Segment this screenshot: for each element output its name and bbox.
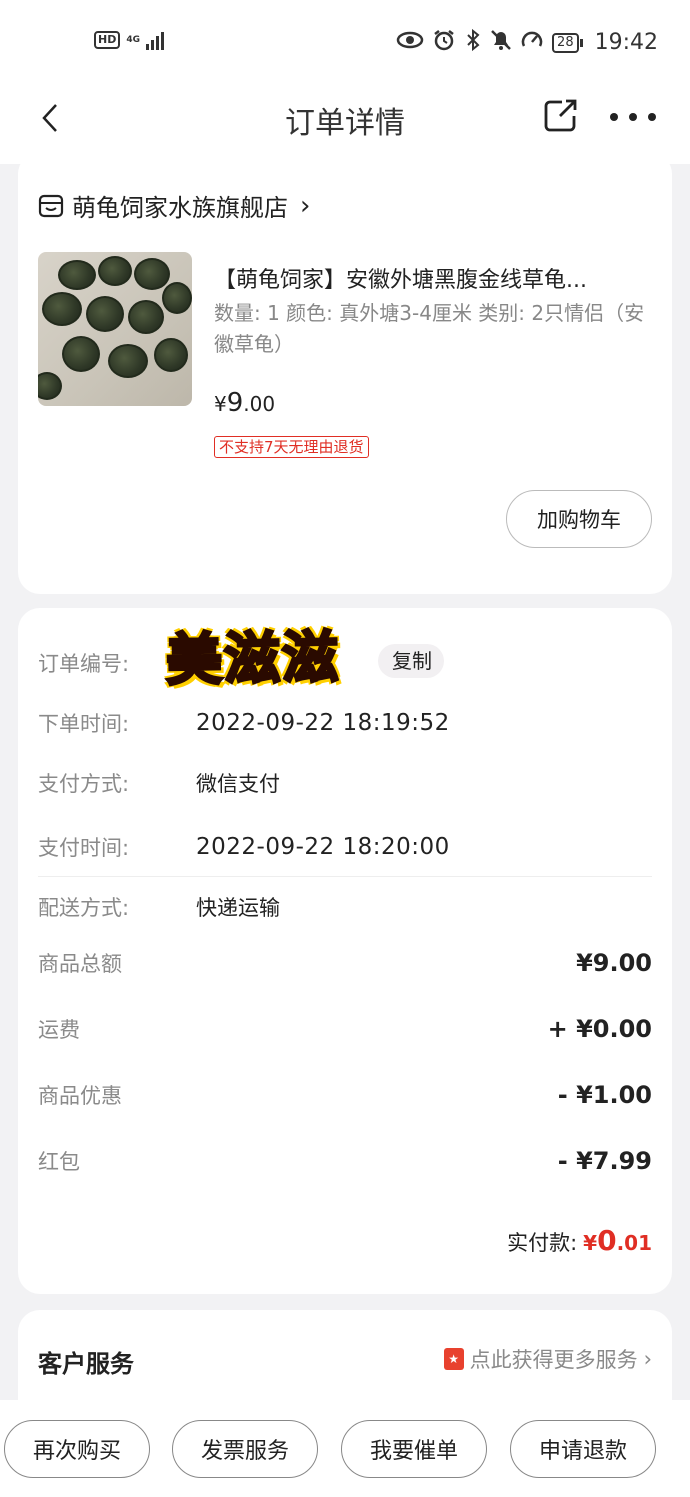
- discount-label: 商品优惠: [38, 1084, 122, 1108]
- battery-icon: 28: [552, 32, 583, 53]
- shipping-value: + ¥0.00: [547, 1015, 652, 1043]
- bluetooth-icon: [464, 28, 482, 57]
- order-time-label: 下单时间:: [38, 712, 130, 736]
- goods-total-label: 商品总额: [38, 952, 122, 976]
- price-int: 9: [226, 388, 244, 418]
- paid-dec: .01: [616, 1231, 652, 1255]
- hd-icon: HD: [94, 31, 121, 49]
- status-right: 28 19:42: [396, 28, 658, 57]
- order-time-row: 下单时间: 2022-09-22 18:19:52: [38, 708, 450, 738]
- pay-time-label: 支付时间:: [38, 836, 130, 860]
- refund-button[interactable]: 申请退款: [510, 1420, 656, 1478]
- product-card: 萌龟饲家水族旗舰店 › 【萌龟饲家】安徽外塘黑腹金线草龟... 数量: 1 颜色…: [18, 152, 672, 594]
- status-left: HD 4G: [94, 30, 164, 50]
- price-symbol: ¥: [214, 392, 227, 416]
- delivery-value: 快递运输: [196, 896, 280, 920]
- product-image[interactable]: [38, 252, 192, 406]
- delivery-row: 配送方式: 快递运输: [38, 892, 280, 922]
- signal-icon: [146, 30, 164, 50]
- service-title: 客户服务: [38, 1350, 134, 1378]
- more-service-text: 点此获得更多服务: [469, 1348, 638, 1372]
- speed-icon: [520, 28, 544, 57]
- mute-icon: [490, 28, 512, 57]
- chevron-right-icon: ›: [300, 190, 311, 221]
- paid-symbol: ¥: [583, 1231, 598, 1255]
- dot-icon: [629, 113, 637, 121]
- dot-icon: [610, 113, 618, 121]
- goods-total-value: ¥9.00: [576, 949, 652, 977]
- paid-label: 实付款:: [507, 1231, 578, 1255]
- share-button[interactable]: [540, 96, 580, 136]
- battery-level: 28: [552, 32, 579, 53]
- discount-value: - ¥1.00: [557, 1081, 652, 1109]
- copy-button[interactable]: 复制: [378, 644, 444, 678]
- urge-order-button[interactable]: 我要催单: [341, 1420, 487, 1478]
- shipping-label: 运费: [38, 1018, 80, 1042]
- chevron-right-icon: ›: [643, 1347, 652, 1371]
- eye-icon: [396, 30, 424, 55]
- pay-time-value: 2022-09-22 18:20:00: [196, 834, 450, 860]
- divider: [38, 876, 652, 877]
- order-time-value: 2022-09-22 18:19:52: [196, 710, 450, 736]
- alarm-icon: [432, 28, 456, 57]
- more-button[interactable]: [610, 102, 656, 132]
- bottom-action-bar: 再次购买 发票服务 我要催单 申请退款: [0, 1400, 690, 1497]
- goods-total-row: 商品总额 ¥9.00: [38, 948, 652, 978]
- add-to-cart-button[interactable]: 加购物车: [506, 490, 652, 548]
- more-service-link[interactable]: ★ 点此获得更多服务 ›: [443, 1344, 652, 1374]
- shipping-row: 运费 + ¥0.00: [38, 1014, 652, 1044]
- rebuy-button[interactable]: 再次购买: [4, 1420, 150, 1478]
- order-info-card: 订单编号: 复制 美滋滋 下单时间: 2022-09-22 18:19:52 支…: [18, 608, 672, 1294]
- red-packet-row: 红包 - ¥7.99: [38, 1146, 652, 1176]
- no-return-badge: 不支持7天无理由退货: [214, 436, 369, 458]
- status-bar: HD 4G 28 19:42: [0, 0, 690, 80]
- delivery-label: 配送方式:: [38, 896, 130, 920]
- pay-method-value: 微信支付: [196, 772, 280, 796]
- page-title: 订单详情: [285, 106, 405, 141]
- shop-link[interactable]: 萌龟饲家水族旗舰店 ›: [38, 188, 310, 223]
- paid-value: ¥0.01: [583, 1224, 652, 1257]
- shop-name: 萌龟饲家水族旗舰店: [72, 194, 288, 222]
- pay-method-label: 支付方式:: [38, 772, 130, 796]
- red-packet-value: - ¥7.99: [557, 1147, 652, 1175]
- product-price: ¥9.00: [214, 388, 275, 418]
- pay-method-row: 支付方式: 微信支付: [38, 768, 280, 798]
- sticker-overlay: 美滋滋: [164, 623, 342, 695]
- pay-time-row: 支付时间: 2022-09-22 18:20:00: [38, 832, 450, 862]
- network-type: 4G: [126, 35, 140, 45]
- shop-icon: [38, 194, 64, 217]
- clock: 19:42: [594, 30, 658, 55]
- product-specs: 数量: 1 颜色: 真外塘3-4厘米 类别: 2只情侣（安徽草龟）: [214, 301, 645, 356]
- paid-amount-row: 实付款: ¥0.01: [507, 1224, 652, 1257]
- invoice-button[interactable]: 发票服务: [172, 1420, 318, 1478]
- paid-int: 0: [597, 1224, 617, 1257]
- red-packet-label: 红包: [38, 1150, 80, 1174]
- service-badge-icon: ★: [443, 1348, 464, 1370]
- discount-row: 商品优惠 - ¥1.00: [38, 1080, 652, 1110]
- price-dec: .00: [243, 392, 276, 416]
- dot-icon: [648, 113, 656, 121]
- product-title[interactable]: 【萌龟饲家】安徽外塘黑腹金线草龟...: [214, 262, 644, 294]
- share-icon: [544, 99, 577, 132]
